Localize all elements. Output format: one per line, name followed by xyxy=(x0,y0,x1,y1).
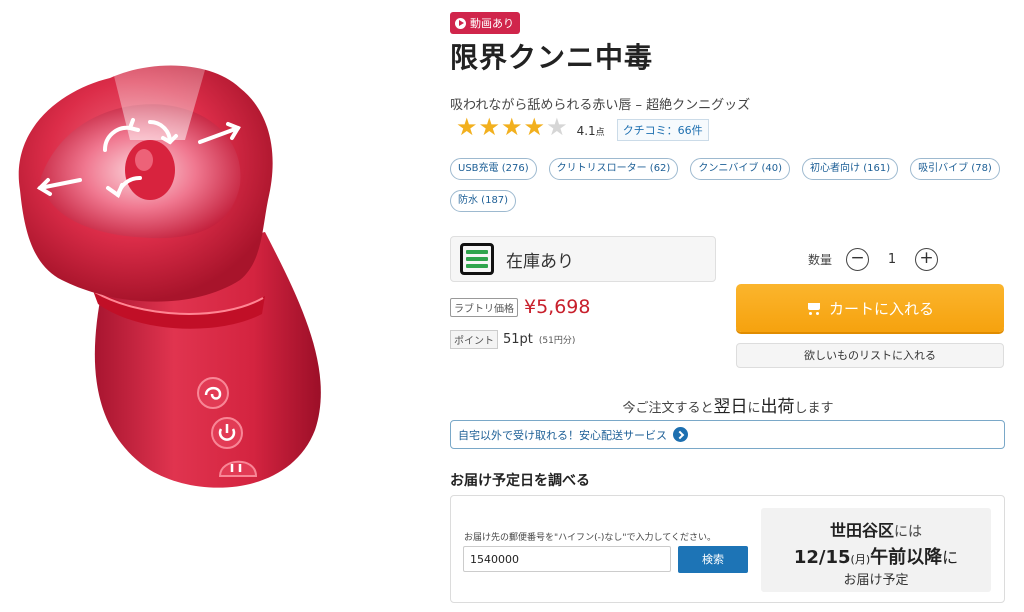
rating-stars: ★★★★★ xyxy=(456,115,569,139)
add-to-wishlist-button[interactable]: 欲しいものリストに入れる xyxy=(736,343,1004,368)
home-delivery-link[interactable]: 自宅以外で受け取れる！安心配送サービス xyxy=(450,420,1005,449)
shipping-ship: 出荷 xyxy=(760,397,795,417)
price-value: ¥5,698 xyxy=(524,296,591,318)
power-icon xyxy=(211,417,243,449)
delivery-check-panel: お届け先の郵便番号を"ハイフン(-)なし"で入力してください。 検索 世田谷区に… xyxy=(450,495,1005,603)
review-count-link[interactable]: クチコミ：66件 xyxy=(616,119,709,141)
home-delivery-label: 自宅以外で受け取れる！安心配送サービス xyxy=(458,428,667,442)
delivery-date: 12/15(月)午前以降に xyxy=(793,547,959,568)
shipping-message: 今ご注文すると翌日に出荷します xyxy=(450,392,1006,417)
quantity-value[interactable]: 1 xyxy=(869,252,915,267)
rating: ★★★★★ 4.1点 クチコミ：66件 xyxy=(456,114,709,141)
play-icon xyxy=(455,17,466,29)
star-icon: ★ xyxy=(456,113,478,141)
stock-icon xyxy=(460,243,494,275)
video-badge[interactable]: 動画あり xyxy=(450,12,520,34)
product-title: 限界クンニ中毒 xyxy=(450,41,654,74)
quantity-stepper: 数量 − 1 + xyxy=(808,246,939,272)
points-value: 51pt xyxy=(503,332,533,347)
zip-instruction: お届け先の郵便番号を"ハイフン(-)なし"で入力してください。 xyxy=(464,533,717,543)
star-icon: ★ xyxy=(501,113,523,141)
video-badge-label: 動画あり xyxy=(470,17,514,30)
price-row: ラブトリ価格 ¥5,698 xyxy=(450,296,590,318)
points-tag: ポイント xyxy=(450,330,498,349)
delivery-note: お届け予定 xyxy=(843,573,909,588)
tag-chip[interactable]: クリトリスローター (62) xyxy=(548,158,679,180)
product-image[interactable] xyxy=(0,0,440,612)
price-tag: ラブトリ価格 xyxy=(450,297,518,317)
delivery-area: 世田谷区には xyxy=(829,521,922,540)
stock-status: 在庫あり xyxy=(450,236,716,282)
tag-chip[interactable]: 防水 (187) xyxy=(450,190,517,212)
stock-label: 在庫あり xyxy=(506,251,574,272)
chevron-right-icon xyxy=(673,427,688,442)
delivery-check-title: お届け予定日を調べる xyxy=(450,473,590,489)
quantity-label: 数量 xyxy=(808,252,833,267)
product-subtitle: 吸われながら舐められる赤い唇 – 超絶クンニグッズ xyxy=(450,98,751,113)
shipping-mid: に xyxy=(747,401,761,416)
tag-list: USB充電 (276) クリトリスローター (62) クンニバイブ (40) 初心者向… xyxy=(450,158,1006,212)
star-icon: ★ xyxy=(523,113,546,141)
points-yen: (51円分) xyxy=(538,336,576,346)
quantity-minus-button[interactable]: − xyxy=(846,247,870,271)
tag-chip[interactable]: USB充電 (276) xyxy=(450,158,537,180)
add-to-cart-label: カートに入れる xyxy=(828,299,934,318)
tag-chip[interactable]: 初心者向け (161) xyxy=(802,158,899,180)
shipping-suffix: します xyxy=(794,401,834,416)
zip-input[interactable] xyxy=(463,546,671,572)
rating-value: 4.1点 xyxy=(576,124,605,138)
star-icon: ★ xyxy=(546,113,568,141)
star-icon: ★ xyxy=(478,113,501,141)
tag-chip[interactable]: 吸引バイブ (78) xyxy=(910,158,1000,180)
shipping-next-day: 翌日 xyxy=(713,397,748,417)
zip-search-button[interactable]: 検索 xyxy=(678,546,748,573)
shipping-prefix: 今ご注文すると xyxy=(622,401,714,416)
quantity-plus-button[interactable]: + xyxy=(915,247,939,271)
add-to-cart-button[interactable]: カートに入れる xyxy=(736,284,1004,332)
mode-icon xyxy=(197,377,229,409)
cart-icon xyxy=(806,302,823,315)
tag-chip[interactable]: クンニバイブ (40) xyxy=(690,158,791,180)
points-row: ポイント 51pt (51円分) xyxy=(450,330,575,349)
delivery-result: 世田谷区には 12/15(月)午前以降に お届け予定 xyxy=(761,508,991,592)
